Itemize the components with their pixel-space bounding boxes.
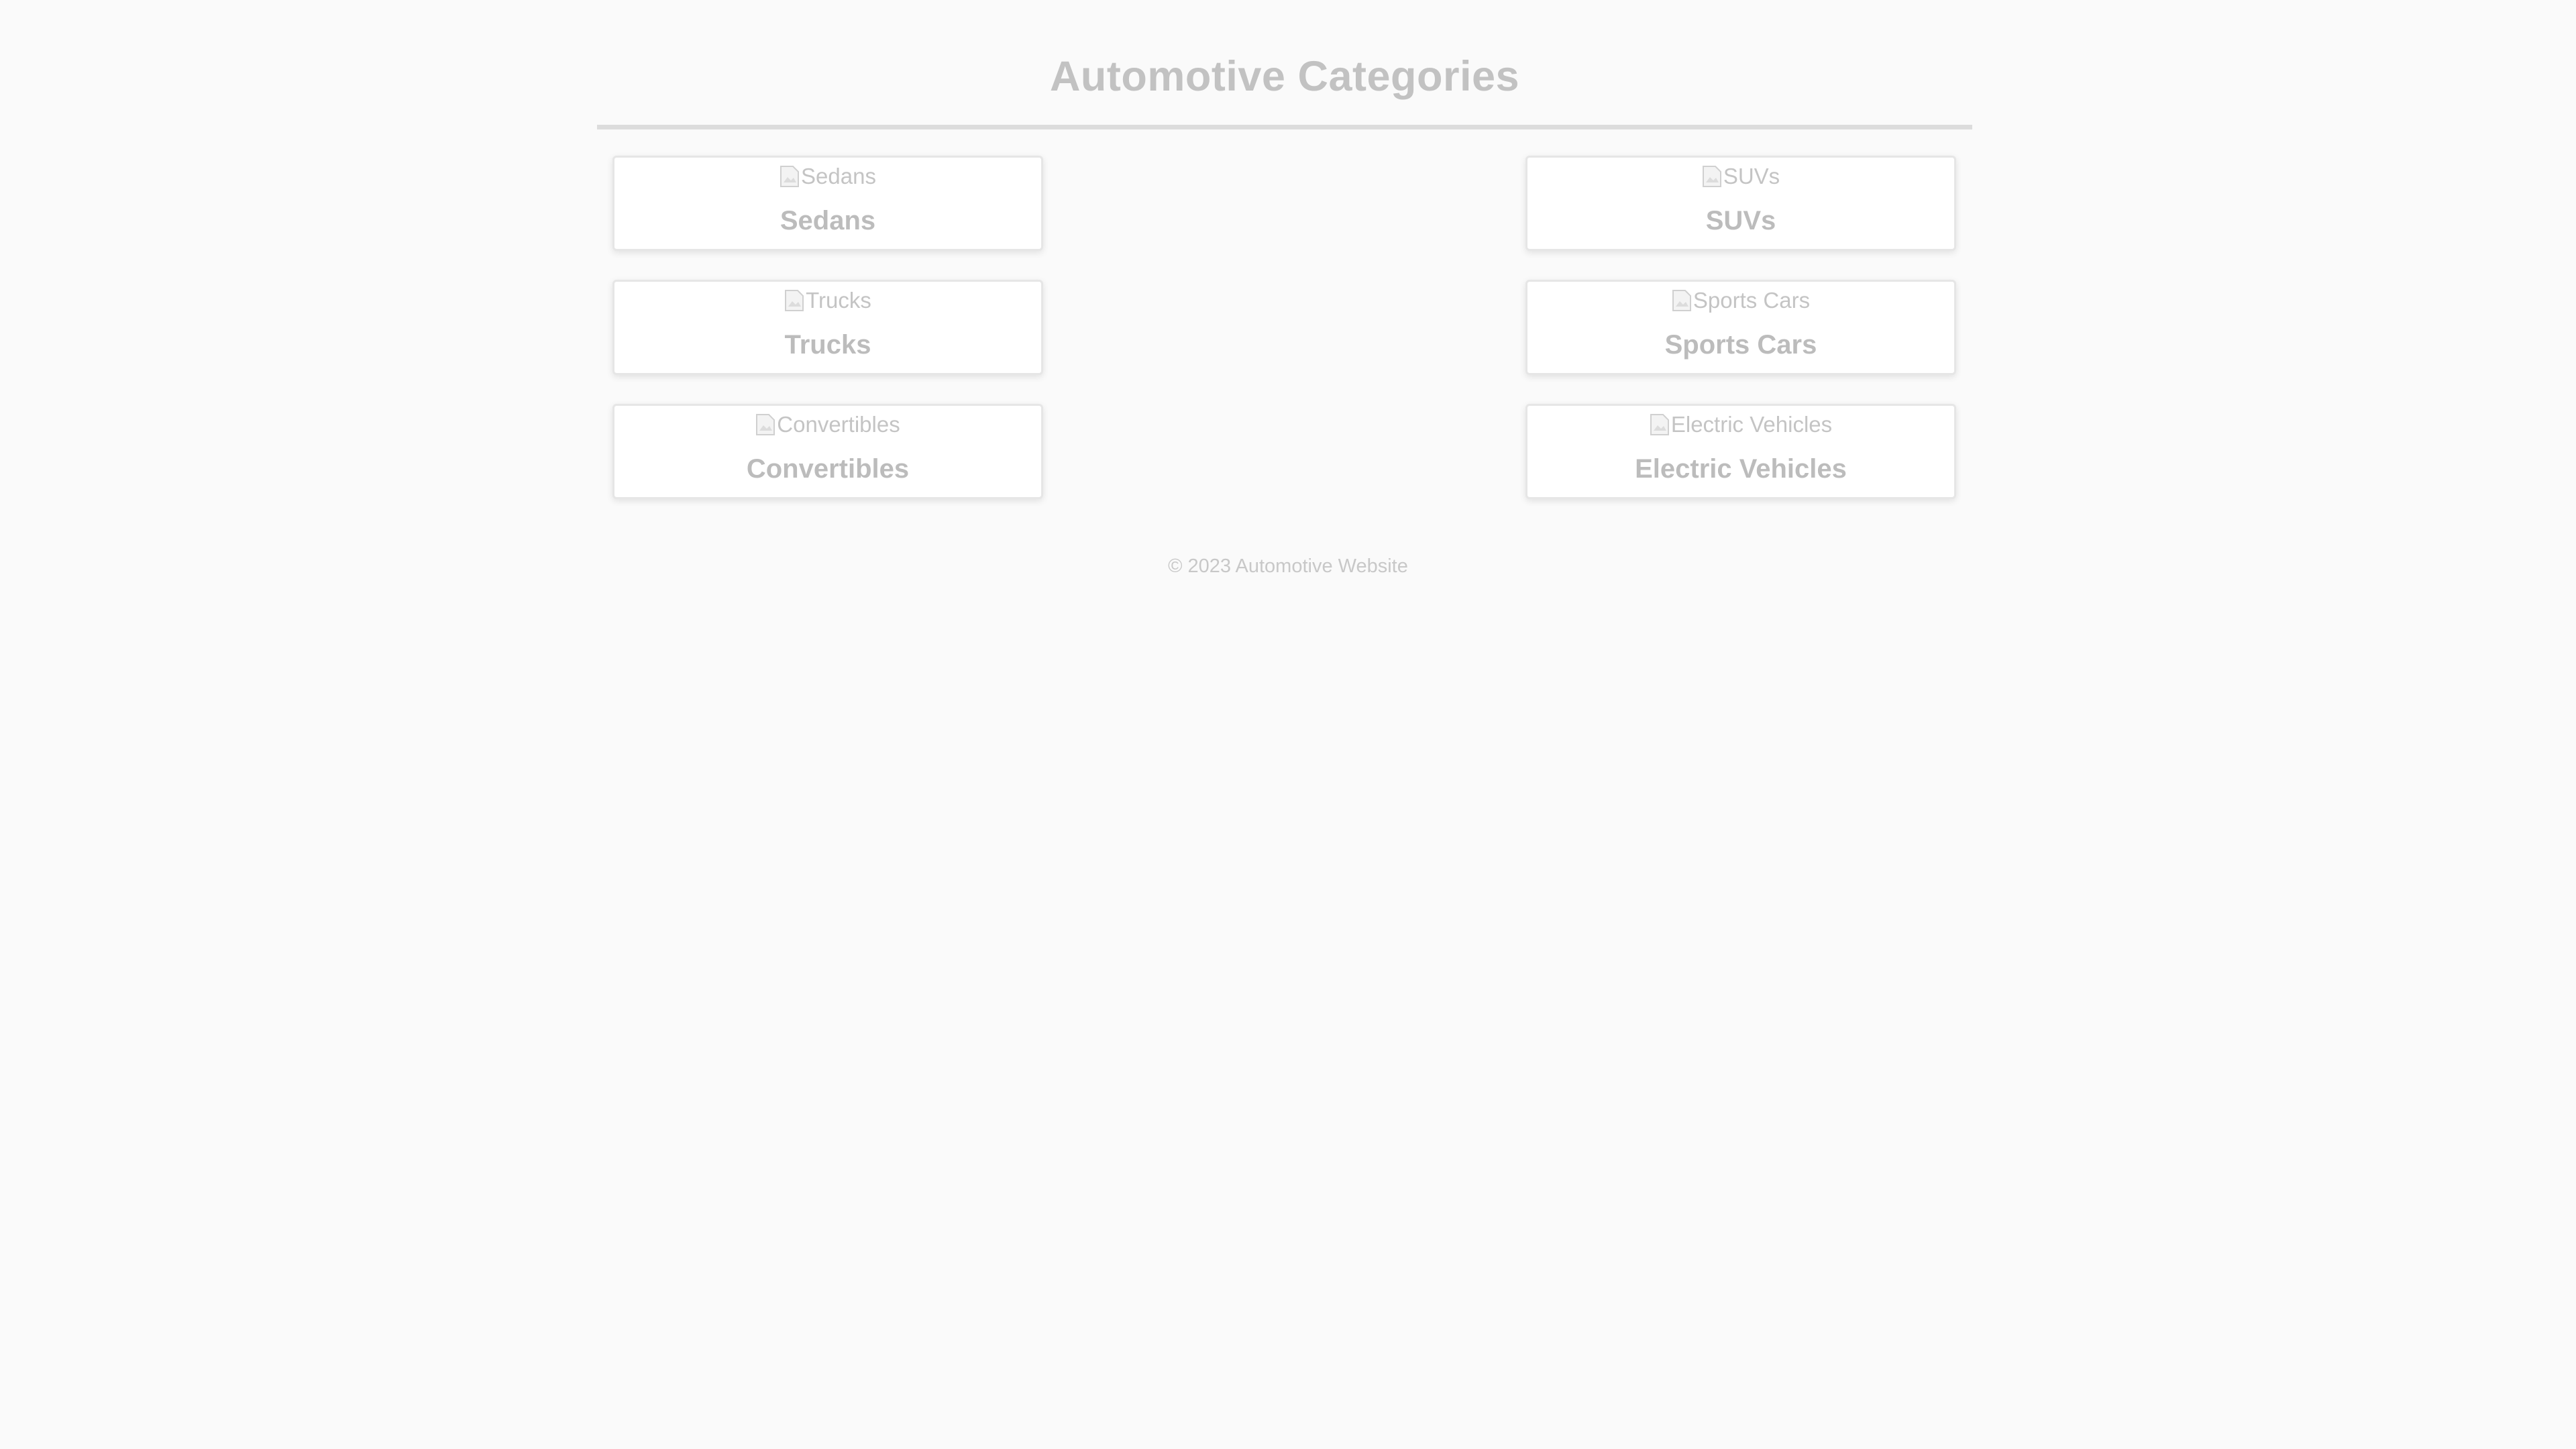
category-image-alt: Electric Vehicles (1670, 412, 1833, 437)
category-image: SUVs (1527, 162, 1954, 191)
category-image: Convertibles (614, 410, 1041, 439)
category-image-alt: Sports Cars (1693, 288, 1811, 313)
category-card-trucks[interactable]: Trucks Trucks (612, 280, 1043, 375)
category-image-alt: Sedans (801, 164, 876, 189)
broken-image-icon (755, 413, 775, 436)
category-image-alt: SUVs (1723, 164, 1780, 189)
broken-image-icon (780, 165, 800, 188)
category-image-alt: Convertibles (777, 412, 900, 437)
category-card-sedans[interactable]: Sedans Sedans (612, 156, 1043, 251)
broken-image-icon (1702, 165, 1722, 188)
category-title: Trucks (784, 330, 871, 360)
category-image: Electric Vehicles (1527, 410, 1954, 439)
category-image-alt: Trucks (806, 288, 871, 313)
category-image: Trucks (614, 286, 1041, 315)
broken-image-icon (1672, 289, 1692, 312)
category-title: Electric Vehicles (1635, 454, 1847, 484)
footer-copyright: © 2023 Automotive Website (1168, 555, 1408, 577)
category-image: Sports Cars (1527, 286, 1954, 315)
page: Automotive Categories Sedans Sedans SUVs… (0, 0, 2576, 1449)
category-card-electric-vehicles[interactable]: Electric Vehicles Electric Vehicles (1525, 404, 1956, 499)
category-card-sports-cars[interactable]: Sports Cars Sports Cars (1525, 280, 1956, 375)
page-title: Automotive Categories (1049, 53, 1520, 100)
category-image: Sedans (614, 162, 1041, 191)
category-card-suvs[interactable]: SUVs SUVs (1525, 156, 1956, 251)
category-title: Sedans (780, 206, 876, 235)
category-title: Convertibles (746, 454, 910, 484)
category-title: Sports Cars (1664, 330, 1817, 360)
category-title: SUVs (1705, 206, 1776, 235)
page-header: Automotive Categories (597, 40, 1972, 129)
broken-image-icon (784, 289, 804, 312)
category-card-convertibles[interactable]: Convertibles Convertibles (612, 404, 1043, 499)
broken-image-icon (1650, 413, 1670, 436)
